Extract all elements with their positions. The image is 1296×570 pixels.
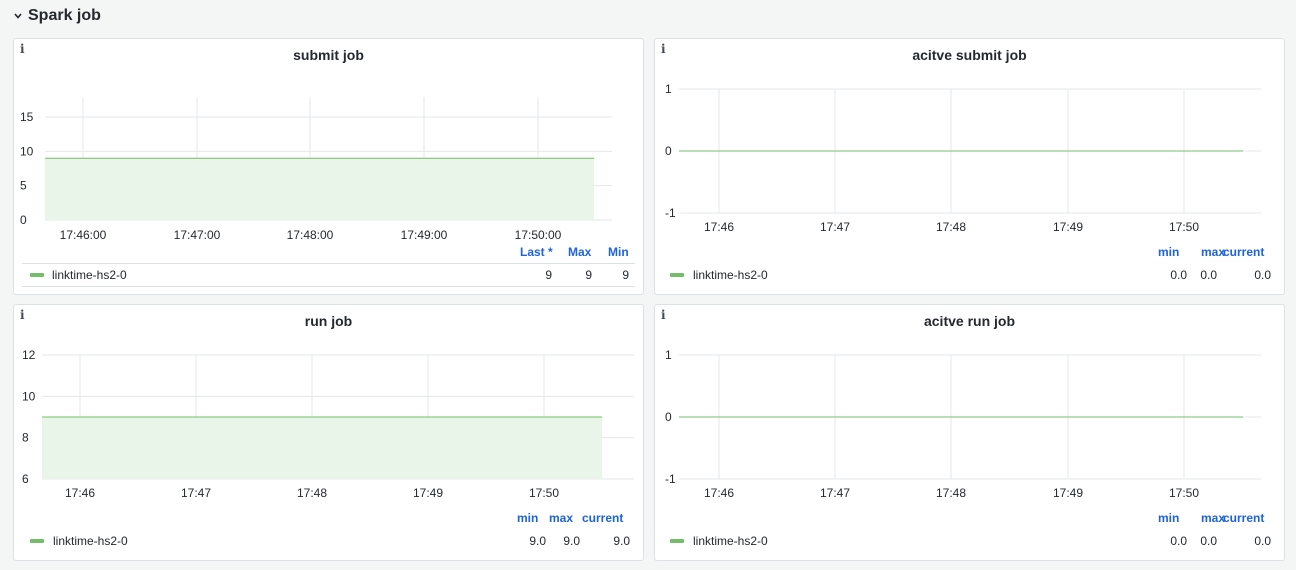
legend-value-max: 9.0 [563,534,580,548]
panel-active-run-job: i acitve run job 1 0 -1 17:46 17:47 17:48 17:4… [654,304,1285,561]
chevron-down-icon[interactable] [14,10,22,22]
chart-active-submit-job[interactable]: 1 0 -1 17:46 17:47 17:48 17:49 17:50 [655,39,1286,249]
x-tick-label: 17:49 [1053,486,1083,500]
panel-submit-job: i submit job 15 10 5 0 17:46:00 17:47:00 17:48… [13,38,644,295]
legend-header-min[interactable]: min [1158,511,1179,525]
x-tick-label: 17:47 [181,486,211,500]
legend-value-max: 0.0 [1200,268,1217,282]
x-tick-label: 17:46:00 [60,228,107,242]
x-tick-label: 17:50 [1169,486,1199,500]
legend-header-current[interactable]: current [1223,245,1264,259]
legend-header-min[interactable]: min [517,511,538,525]
legend-value-current: 9.0 [613,534,630,548]
y-tick-label: 0 [20,213,27,227]
chart-active-run-job[interactable]: 1 0 -1 17:46 17:47 17:48 17:49 17:50 [655,305,1286,515]
x-tick-label: 17:47:00 [174,228,221,242]
legend-value-current: 0.0 [1254,268,1271,282]
legend-value-last: 9 [545,268,552,282]
x-tick-label: 17:48 [936,220,966,234]
row-header-spark-job[interactable]: Spark job [14,5,101,27]
legend-header-current[interactable]: current [582,511,623,525]
legend-header-max[interactable]: max [1201,245,1225,259]
legend-bottom-divider [22,286,635,287]
x-tick-label: 17:46 [704,486,734,500]
legend-swatch [670,273,684,277]
legend-series-name[interactable]: linktime-hs2-0 [693,268,768,282]
legend-header-last[interactable]: Last * [520,245,553,259]
legend-swatch [30,273,44,277]
y-tick-label: 8 [22,431,29,445]
y-tick-label: 1 [665,348,672,362]
legend-value-current: 0.0 [1254,534,1271,548]
legend-header-max[interactable]: max [549,511,573,525]
legend-header-min[interactable]: Min [608,245,629,259]
legend-series-name[interactable]: linktime-hs2-0 [693,534,768,548]
y-tick-label: -1 [665,472,676,486]
x-tick-label: 17:49:00 [401,228,448,242]
x-tick-label: 17:46 [65,486,95,500]
x-tick-label: 17:50 [529,486,559,500]
legend-swatch [30,539,44,543]
row-title: Spark job [28,7,101,24]
y-tick-label: 6 [22,472,29,486]
y-tick-label: 12 [22,348,36,362]
legend-header-max[interactable]: Max [568,245,591,259]
series-area-fill [45,158,594,220]
x-tick-label: 17:48 [297,486,327,500]
legend-series-name[interactable]: linktime-hs2-0 [52,268,127,282]
x-tick-label: 17:47 [820,486,850,500]
y-tick-label: -1 [665,206,676,220]
y-tick-label: 10 [22,389,36,403]
y-tick-label: 15 [20,110,34,124]
legend-value-max: 9 [585,268,592,282]
chart-run-job[interactable]: 12 10 8 6 17:46 17:47 17:48 17:49 17:50 [14,305,645,515]
x-tick-label: 17:49 [1053,220,1083,234]
y-tick-label: 1 [665,82,672,96]
legend-divider [22,263,635,264]
legend-value-min: 0.0 [1170,268,1187,282]
legend-series-name[interactable]: linktime-hs2-0 [53,534,128,548]
y-tick-label: 10 [20,144,34,158]
x-tick-label: 17:50:00 [515,228,562,242]
y-tick-label: 0 [665,144,672,158]
chart-submit-job[interactable]: 15 10 5 0 17:46:00 17:47:00 17:48:00 17:49:00 17… [14,39,645,249]
x-tick-label: 17:49 [413,486,443,500]
legend-header-max[interactable]: max [1201,511,1225,525]
legend-header-min[interactable]: min [1158,245,1179,259]
x-tick-label: 17:48:00 [287,228,334,242]
x-tick-label: 17:50 [1169,220,1199,234]
y-tick-label: 0 [665,410,672,424]
x-tick-label: 17:46 [704,220,734,234]
legend-value-max: 0.0 [1200,534,1217,548]
legend-header-current[interactable]: current [1223,511,1264,525]
y-tick-label: 5 [20,179,27,193]
legend-value-min: 9.0 [529,534,546,548]
panel-active-submit-job: i acitve submit job 1 0 -1 17:46 17:47 17:48 1… [654,38,1285,295]
legend-value-min: 0.0 [1170,534,1187,548]
x-tick-label: 17:48 [936,486,966,500]
x-tick-label: 17:47 [820,220,850,234]
panel-run-job: i run job 12 10 8 6 17:46 17:47 17:48 17:49 17:5… [13,304,644,561]
series-area-fill [42,417,602,479]
legend-value-min: 9 [622,268,629,282]
legend-swatch [670,539,684,543]
